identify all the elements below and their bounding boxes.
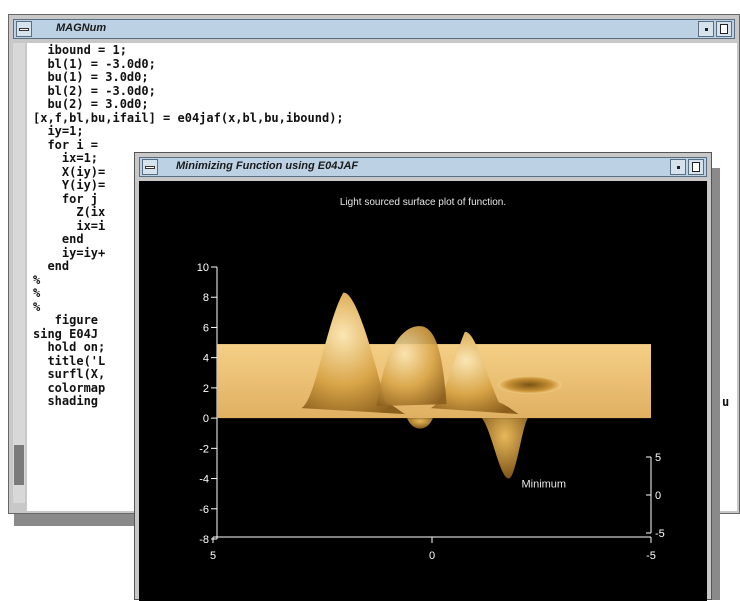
z-tick-label: 8 (203, 292, 209, 304)
z-tick-label: 2 (203, 383, 209, 395)
code-window-maximize-button[interactable] (716, 21, 732, 37)
x-tick-label: 5 (210, 550, 216, 562)
plot-window: Minimizing Function using E04JAF Light s… (134, 152, 712, 601)
plot-window-minimize-button[interactable] (670, 159, 686, 175)
code-window-menu-button[interactable] (16, 21, 32, 37)
z-tick-label: -2 (199, 443, 209, 455)
y-tick-label: 5 (655, 452, 661, 464)
maximize-icon (692, 162, 700, 172)
x-tick-label: -5 (646, 550, 656, 562)
plot-area[interactable]: Light sourced surface plot of function. (139, 181, 707, 601)
code-scrollbar-thumb[interactable] (14, 445, 24, 485)
code-line: for i = (33, 137, 106, 152)
surface-valley-small (406, 418, 433, 429)
plot-window-maximize-button[interactable] (688, 159, 704, 175)
code-line: ibound = 1; (33, 43, 127, 57)
surface-shoulder (376, 326, 447, 407)
code-line: bl(1) = -3.0d0; (33, 56, 156, 71)
menu-bar-icon (19, 28, 29, 31)
z-tick-label: 6 (203, 322, 209, 334)
code-window-titlebar[interactable]: MAGNum (13, 19, 735, 39)
plot-window-title: Minimizing Function using E04JAF (176, 160, 359, 172)
y-tick-label: -5 (655, 528, 665, 540)
minimum-label: Minimum (521, 479, 566, 491)
z-tick-label: 10 (197, 262, 209, 274)
code-line: bu(2) = 3.0d0; (33, 97, 149, 111)
z-tick-label: 4 (203, 353, 209, 365)
surface-valley-minimum (481, 418, 528, 479)
x-tick-label: 0 (429, 550, 435, 562)
menu-bar-icon (145, 166, 155, 169)
z-tick-label: -6 (199, 504, 209, 516)
overflow-text: u (722, 395, 730, 409)
code-line: bl(2) = -3.0d0; (33, 83, 156, 98)
maximize-icon (720, 24, 728, 34)
plot-window-menu-button[interactable] (142, 159, 158, 175)
minimize-icon (677, 166, 680, 169)
z-tick-label: -4 (199, 474, 209, 486)
code-line: iy=1; (33, 124, 84, 138)
code-scrollbar[interactable] (13, 43, 25, 503)
z-tick-label: -8 (199, 534, 209, 546)
code-line: bu(1) = 3.0d0; (33, 70, 149, 84)
z-tick-label: 0 (203, 413, 209, 425)
plot-window-titlebar[interactable]: Minimizing Function using E04JAF (139, 157, 707, 177)
code-line: [x,f,bl,bu,ifail] = e04jaf(x,bl,bu,iboun… (33, 110, 344, 125)
surface-dent (497, 375, 562, 394)
minimize-icon (705, 28, 708, 31)
surface-chart: -8 -6 -4 -2 0 2 4 6 8 10 5 0 -5 -5 0 5 Minimum (197, 262, 665, 562)
y-tick-label: 0 (655, 490, 661, 502)
code-window-title: MAGNum (56, 22, 107, 34)
code-window-minimize-button[interactable] (698, 21, 714, 37)
